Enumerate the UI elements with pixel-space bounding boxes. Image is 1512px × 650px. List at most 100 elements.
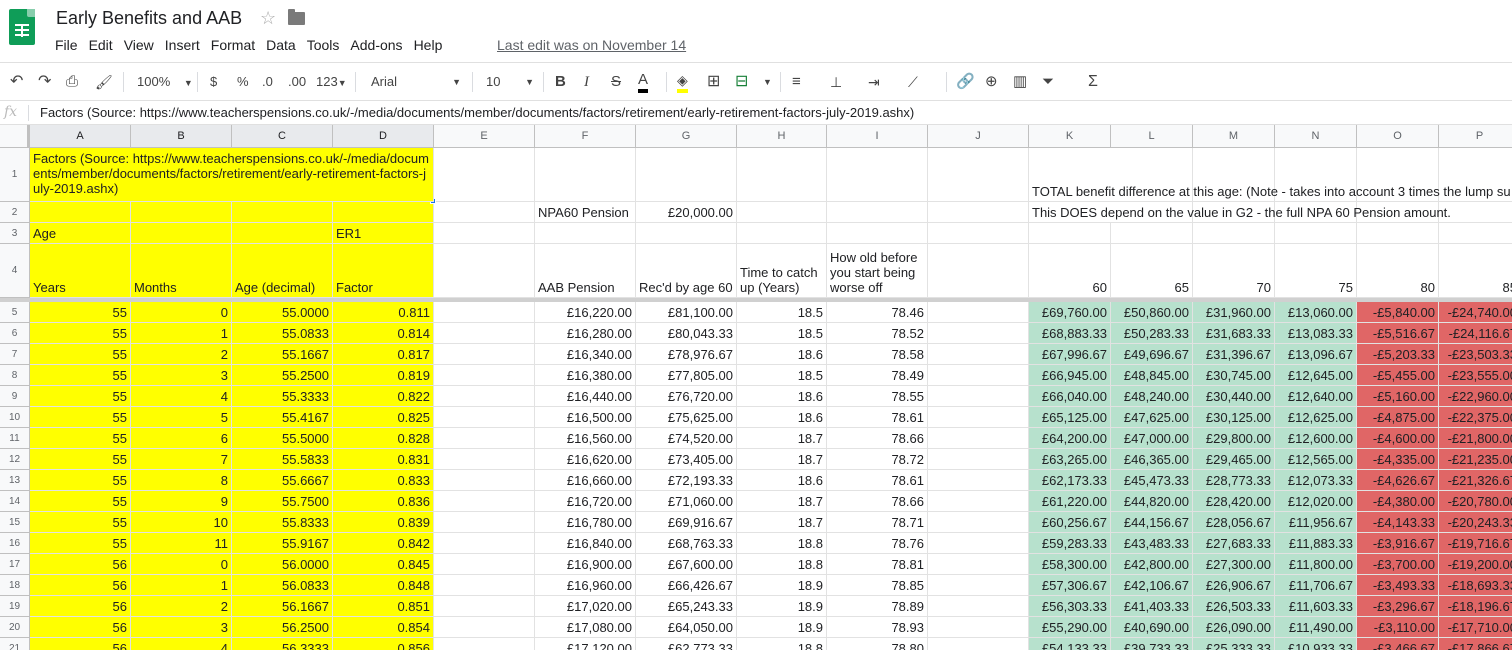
text-color-button[interactable]: A (638, 71, 649, 93)
column-header-b[interactable]: B (131, 125, 232, 148)
cell-l4[interactable]: 65 (1111, 244, 1193, 298)
insert-link-icon[interactable]: 🔗 (956, 71, 975, 93)
cell-g18[interactable]: £66,426.67 (636, 575, 737, 596)
cell-h17[interactable]: 18.8 (737, 554, 827, 575)
document-title[interactable]: Early Benefits and AAB (56, 8, 242, 29)
cell-a9[interactable]: 55 (30, 386, 131, 407)
cell-l19[interactable]: £41,403.33 (1111, 596, 1193, 617)
row-header-11[interactable]: 11 (0, 428, 30, 449)
cell-m6[interactable]: £31,683.33 (1193, 323, 1275, 344)
cell-k17[interactable]: £58,300.00 (1029, 554, 1111, 575)
menu-view[interactable]: View (124, 37, 154, 53)
cell-f7[interactable]: £16,340.00 (535, 344, 636, 365)
cell-o13[interactable]: -£4,626.67 (1357, 470, 1439, 491)
cell-a19[interactable]: 56 (30, 596, 131, 617)
cell-j6[interactable] (928, 323, 1029, 344)
cell-e9[interactable] (434, 386, 535, 407)
cell-l12[interactable]: £46,365.00 (1111, 449, 1193, 470)
increase-decimal-button[interactable]: .00 (288, 71, 306, 93)
column-header-k[interactable]: K (1029, 125, 1111, 148)
cell-a8[interactable]: 55 (30, 365, 131, 386)
cell-f4[interactable]: AAB Pension (535, 244, 636, 298)
cell-l14[interactable]: £44,820.00 (1111, 491, 1193, 512)
cell-g1[interactable] (636, 148, 737, 202)
cell-h3[interactable] (737, 223, 827, 244)
cell-c14[interactable]: 55.7500 (232, 491, 333, 512)
cell-f6[interactable]: £16,280.00 (535, 323, 636, 344)
cell-b2[interactable] (131, 202, 232, 223)
cell-j20[interactable] (928, 617, 1029, 638)
cell-b6[interactable]: 1 (131, 323, 232, 344)
cell-n14[interactable]: £12,020.00 (1275, 491, 1357, 512)
cell-j19[interactable] (928, 596, 1029, 617)
cell-h20[interactable]: 18.9 (737, 617, 827, 638)
cell-a15[interactable]: 55 (30, 512, 131, 533)
cell-p7[interactable]: -£23,503.33 (1439, 344, 1512, 365)
cell-i21[interactable]: 78.80 (827, 638, 928, 650)
cell-l10[interactable]: £47,625.00 (1111, 407, 1193, 428)
cell-b13[interactable]: 8 (131, 470, 232, 491)
cell-k11[interactable]: £64,200.00 (1029, 428, 1111, 449)
cell-o4[interactable]: 80 (1357, 244, 1439, 298)
print-icon[interactable]: ⎙ (66, 71, 78, 93)
cell-j17[interactable] (928, 554, 1029, 575)
cell-a12[interactable]: 55 (30, 449, 131, 470)
cell-i17[interactable]: 78.81 (827, 554, 928, 575)
redo-icon[interactable]: ↷ (38, 71, 51, 93)
cell-f17[interactable]: £16,900.00 (535, 554, 636, 575)
cell-p18[interactable]: -£18,693.33 (1439, 575, 1512, 596)
font-size-select[interactable]: 10 ▼ (486, 71, 534, 93)
insert-comment-icon[interactable]: ⊕ (985, 71, 998, 93)
row-header-13[interactable]: 13 (0, 470, 30, 491)
cell-d15[interactable]: 0.839 (333, 512, 434, 533)
cell-d17[interactable]: 0.845 (333, 554, 434, 575)
cell-n5[interactable]: £13,060.00 (1275, 302, 1357, 323)
star-icon[interactable]: ☆ (260, 8, 276, 29)
cell-b8[interactable]: 3 (131, 365, 232, 386)
cell-d6[interactable]: 0.814 (333, 323, 434, 344)
cell-h14[interactable]: 18.7 (737, 491, 827, 512)
menu-tools[interactable]: Tools (307, 37, 340, 53)
cell-m19[interactable]: £26,503.33 (1193, 596, 1275, 617)
cell-p17[interactable]: -£19,200.00 (1439, 554, 1512, 575)
cell-c12[interactable]: 55.5833 (232, 449, 333, 470)
cell-k8[interactable]: £66,945.00 (1029, 365, 1111, 386)
cell-i12[interactable]: 78.72 (827, 449, 928, 470)
column-header-l[interactable]: L (1111, 125, 1193, 148)
cell-j7[interactable] (928, 344, 1029, 365)
cell-b5[interactable]: 0 (131, 302, 232, 323)
cell-p4[interactable]: 85 (1439, 244, 1512, 298)
paint-format-icon[interactable]: 🖌 (95, 71, 113, 93)
row-header-19[interactable]: 19 (0, 596, 30, 617)
cell-g10[interactable]: £75,625.00 (636, 407, 737, 428)
cell-l9[interactable]: £48,240.00 (1111, 386, 1193, 407)
cell-i11[interactable]: 78.66 (827, 428, 928, 449)
cell-a2[interactable] (30, 202, 131, 223)
select-all-corner[interactable] (0, 125, 30, 148)
row-header-16[interactable]: 16 (0, 533, 30, 554)
cell-d14[interactable]: 0.836 (333, 491, 434, 512)
cell-e21[interactable] (434, 638, 535, 650)
cell-k16[interactable]: £59,283.33 (1029, 533, 1111, 554)
cell-o6[interactable]: -£5,516.67 (1357, 323, 1439, 344)
cell-j2[interactable] (928, 202, 1029, 223)
cell-g20[interactable]: £64,050.00 (636, 617, 737, 638)
cell-c10[interactable]: 55.4167 (232, 407, 333, 428)
column-header-d[interactable]: D (333, 125, 434, 148)
cell-o12[interactable]: -£4,335.00 (1357, 449, 1439, 470)
cell-p11[interactable]: -£21,800.00 (1439, 428, 1512, 449)
cell-a4[interactable]: Years (30, 244, 131, 298)
row-header-14[interactable]: 14 (0, 491, 30, 512)
cell-f11[interactable]: £16,560.00 (535, 428, 636, 449)
cell-i3[interactable] (827, 223, 928, 244)
filter-icon[interactable]: ⏷ (1042, 71, 1054, 93)
cell-o19[interactable]: -£3,296.67 (1357, 596, 1439, 617)
cell-i7[interactable]: 78.58 (827, 344, 928, 365)
cell-g15[interactable]: £69,916.67 (636, 512, 737, 533)
cell-k18[interactable]: £57,306.67 (1029, 575, 1111, 596)
cell-g13[interactable]: £72,193.33 (636, 470, 737, 491)
cell-n20[interactable]: £11,490.00 (1275, 617, 1357, 638)
cell-d20[interactable]: 0.854 (333, 617, 434, 638)
cell-k2[interactable]: This DOES depend on the value in G2 - th… (1029, 202, 1512, 223)
cell-g7[interactable]: £78,976.67 (636, 344, 737, 365)
